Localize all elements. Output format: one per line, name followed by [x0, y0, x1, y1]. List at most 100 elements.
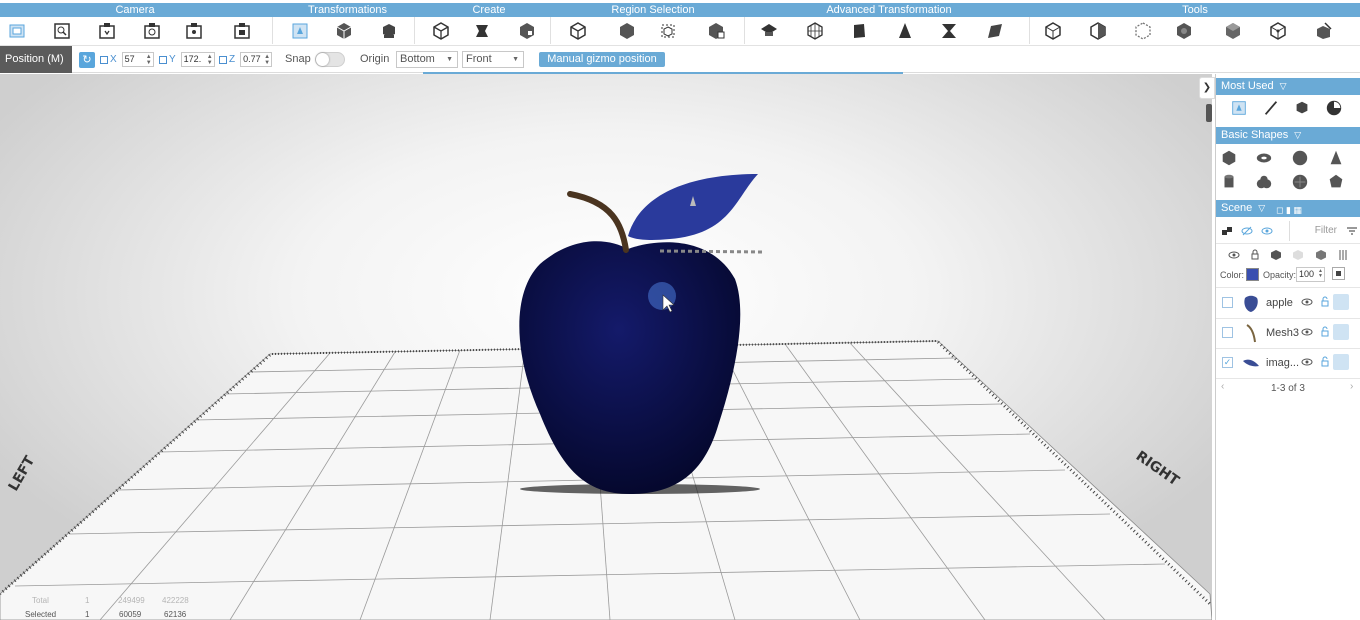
reset-position-button[interactable]: ↻ [79, 52, 95, 68]
eye-icon[interactable] [1301, 296, 1313, 308]
slant-cube-icon[interactable] [984, 20, 1006, 42]
extrude-create-icon[interactable] [516, 20, 538, 42]
y-spinner-icon[interactable]: ▲ ▼ [207, 54, 213, 66]
object-checkbox[interactable] [1222, 297, 1233, 308]
camera-frame-icon[interactable] [231, 20, 253, 42]
cube-create-icon[interactable] [430, 20, 452, 42]
eye-icon[interactable] [1301, 356, 1313, 368]
mode-label: Position (M) [0, 46, 72, 73]
basic-shapes-header[interactable]: Basic Shapes ▽ [1216, 127, 1360, 144]
scene-object-row[interactable]: apple [1216, 288, 1360, 318]
manual-gizmo-position-button[interactable]: Manual gizmo position [539, 52, 665, 67]
camera-front-icon[interactable] [96, 20, 118, 42]
scale-cube-icon[interactable] [1292, 98, 1312, 118]
scene-object-row[interactable]: Mesh3 [1216, 318, 1360, 348]
unlock-icon[interactable] [1319, 356, 1331, 368]
ribbon-group-labels: Camera Transformations Create Region Sel… [0, 3, 1360, 17]
scene-mode-icon[interactable] [1220, 224, 1234, 238]
scene-view-toggle-icon[interactable]: ◻ ▮ ▦ [1276, 202, 1310, 215]
wire-cube-icon[interactable] [804, 20, 826, 42]
twist-icon[interactable] [938, 20, 960, 42]
z-axis-group: Z 0.77 ▲ ▼ [219, 52, 273, 67]
opacity-option-checkbox[interactable] [1332, 267, 1345, 280]
material-icon[interactable] [1333, 294, 1349, 310]
hide-all-icon[interactable] [1240, 224, 1254, 238]
unlock-icon[interactable] [1319, 296, 1331, 308]
select-box-icon[interactable] [6, 20, 28, 42]
cylinder-shape-icon[interactable] [1219, 172, 1239, 192]
rotate-sphere-icon[interactable] [1324, 98, 1344, 118]
sphere-tool-icon[interactable] [1173, 20, 1195, 42]
filter-input[interactable]: Filter [1289, 221, 1345, 241]
wand-cube-icon[interactable] [1313, 20, 1335, 42]
y-position-input[interactable]: 172. ▲ ▼ [180, 52, 215, 67]
x-spinner-icon[interactable]: ▲ ▼ [146, 54, 152, 66]
panel-resize-handle[interactable] [1206, 104, 1212, 122]
blob-shape-icon[interactable] [1254, 172, 1274, 192]
object-name: Mesh3 [1266, 327, 1300, 339]
half-cube-icon[interactable] [1087, 20, 1109, 42]
rotate-cube-icon[interactable] [333, 20, 355, 42]
move-gizmo-icon[interactable] [289, 20, 311, 42]
opacity-spinner-icon[interactable]: ▲ ▼ [1318, 269, 1323, 279]
cylinder-create-icon[interactable] [471, 20, 493, 42]
eye-icon[interactable] [1260, 224, 1274, 238]
object-checkbox-checked[interactable]: ✓ [1222, 357, 1233, 368]
camera-snapshot-icon[interactable] [183, 20, 205, 42]
cube-shape-icon[interactable] [1219, 148, 1239, 168]
chevron-right-icon[interactable]: › [1350, 381, 1353, 392]
leaf-mesh[interactable] [628, 174, 758, 240]
view-select[interactable]: Front ▼ [462, 51, 524, 68]
lasso-select-icon[interactable] [657, 20, 679, 42]
measure-cube-icon[interactable] [1042, 20, 1064, 42]
z-axis-checkbox[interactable] [219, 55, 227, 64]
unlock-icon[interactable] [1319, 326, 1331, 338]
cap-transform-icon[interactable] [758, 20, 780, 42]
shaded-cube-icon[interactable] [1222, 20, 1244, 42]
visibility-column-icon[interactable] [1227, 248, 1241, 262]
scale-cube-icon[interactable] [378, 20, 400, 42]
lock-icon[interactable] [1248, 248, 1262, 262]
object-checkbox[interactable] [1222, 327, 1233, 338]
cube-select-icon[interactable] [567, 20, 589, 42]
polyhedron-shape-icon[interactable] [1326, 172, 1346, 192]
camera-ortho-icon[interactable] [141, 20, 163, 42]
filter-menu-icon[interactable] [1345, 224, 1359, 238]
grid-select-icon[interactable] [705, 20, 727, 42]
most-used-header[interactable]: Most Used ▽ [1216, 78, 1360, 95]
sliders-icon[interactable] [1336, 248, 1350, 262]
cone-shape-icon[interactable] [1326, 148, 1346, 168]
scene-header[interactable]: Scene ▽ ◻ ▮ ▦ [1216, 200, 1360, 217]
z-spinner-icon[interactable]: ▲ ▼ [264, 54, 270, 66]
origin-select[interactable]: Bottom ▼ [396, 51, 458, 68]
material-icon[interactable] [1333, 324, 1349, 340]
chevron-left-icon[interactable]: ‹ [1221, 381, 1224, 392]
opacity-input[interactable]: 100 ▲ ▼ [1296, 267, 1325, 282]
cone-transform-icon[interactable] [894, 20, 916, 42]
bend-cube-icon[interactable] [848, 20, 870, 42]
snap-toggle[interactable] [315, 52, 345, 67]
brush-icon[interactable] [1261, 98, 1281, 118]
box-select-icon[interactable] [616, 20, 638, 42]
3d-viewport[interactable]: RIGHT LEFT [0, 74, 1212, 620]
x-position-input[interactable]: 57 ▲ ▼ [121, 52, 154, 67]
scene-canvas[interactable]: RIGHT LEFT [0, 74, 1212, 620]
edit-cube-icon[interactable] [1267, 20, 1289, 42]
sphere-shape-icon[interactable] [1290, 148, 1310, 168]
x-axis-checkbox[interactable] [100, 55, 108, 64]
dotted-cube-icon[interactable] [1132, 20, 1154, 42]
y-axis-checkbox[interactable] [159, 55, 167, 64]
color-swatch[interactable] [1246, 268, 1259, 281]
ghost-cube-icon[interactable] [1291, 248, 1305, 262]
zoom-fit-icon[interactable] [51, 20, 73, 42]
torus-shape-icon[interactable] [1254, 148, 1274, 168]
geosphere-shape-icon[interactable] [1290, 172, 1310, 192]
material-cube-icon[interactable] [1314, 248, 1328, 262]
z-position-input[interactable]: 0.77 ▲ ▼ [240, 52, 273, 67]
material-icon[interactable] [1333, 354, 1349, 370]
move-gizmo-icon[interactable] [1229, 98, 1249, 118]
scene-object-row[interactable]: ✓ imag... [1216, 348, 1360, 378]
eye-icon[interactable] [1301, 326, 1313, 338]
collapse-panel-button[interactable]: ❯ [1199, 77, 1215, 99]
solid-cube-icon[interactable] [1269, 248, 1283, 262]
